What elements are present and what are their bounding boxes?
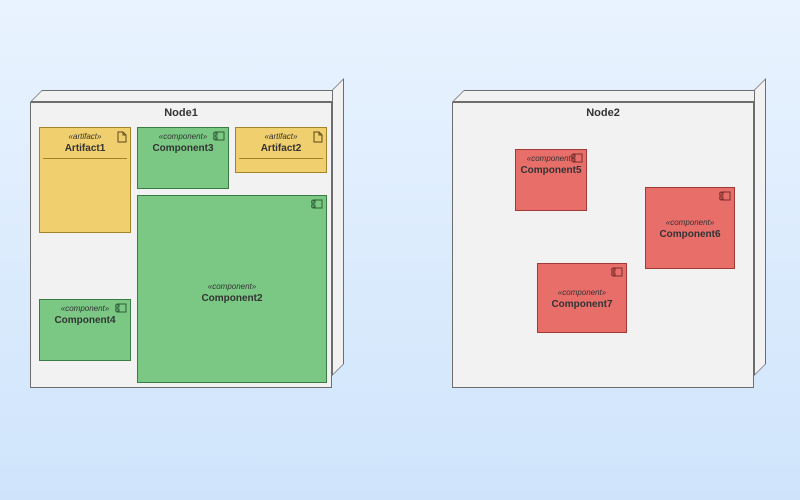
component5[interactable]: «component» Component5 xyxy=(515,149,587,211)
component2[interactable]: «component» Component2 xyxy=(137,195,327,383)
component-icon xyxy=(571,153,583,163)
component6-name: Component6 xyxy=(646,229,734,240)
component3[interactable]: «component» Component3 xyxy=(137,127,229,189)
component-icon xyxy=(115,303,127,313)
document-icon xyxy=(117,131,127,143)
component-stereo: «component» xyxy=(538,288,626,297)
artifact1[interactable]: «artifact» Artifact1 xyxy=(39,127,131,233)
node1-title: Node1 xyxy=(31,107,331,119)
component3-name: Component3 xyxy=(138,143,228,154)
node2-title: Node2 xyxy=(453,107,753,119)
artifact2[interactable]: «artifact» Artifact2 xyxy=(235,127,327,173)
document-icon xyxy=(313,131,323,143)
component7[interactable]: «component» Component7 xyxy=(537,263,627,333)
component4-name: Component4 xyxy=(40,315,130,326)
component4[interactable]: «component» Component4 xyxy=(39,299,131,361)
diagram-canvas: Node1 «artifact» Artifact1 «component» C… xyxy=(0,0,800,500)
component-icon xyxy=(719,191,731,201)
component2-name: Component2 xyxy=(138,293,326,304)
component7-name: Component7 xyxy=(538,299,626,310)
component-stereo: «component» xyxy=(138,282,326,291)
component-icon xyxy=(611,267,623,277)
component-icon xyxy=(213,131,225,141)
artifact1-name: Artifact1 xyxy=(40,143,130,154)
artifact2-name: Artifact2 xyxy=(236,143,326,154)
component-icon xyxy=(311,199,323,209)
component-stereo: «component» xyxy=(646,218,734,227)
component6[interactable]: «component» Component6 xyxy=(645,187,735,269)
component5-name: Component5 xyxy=(516,165,586,176)
